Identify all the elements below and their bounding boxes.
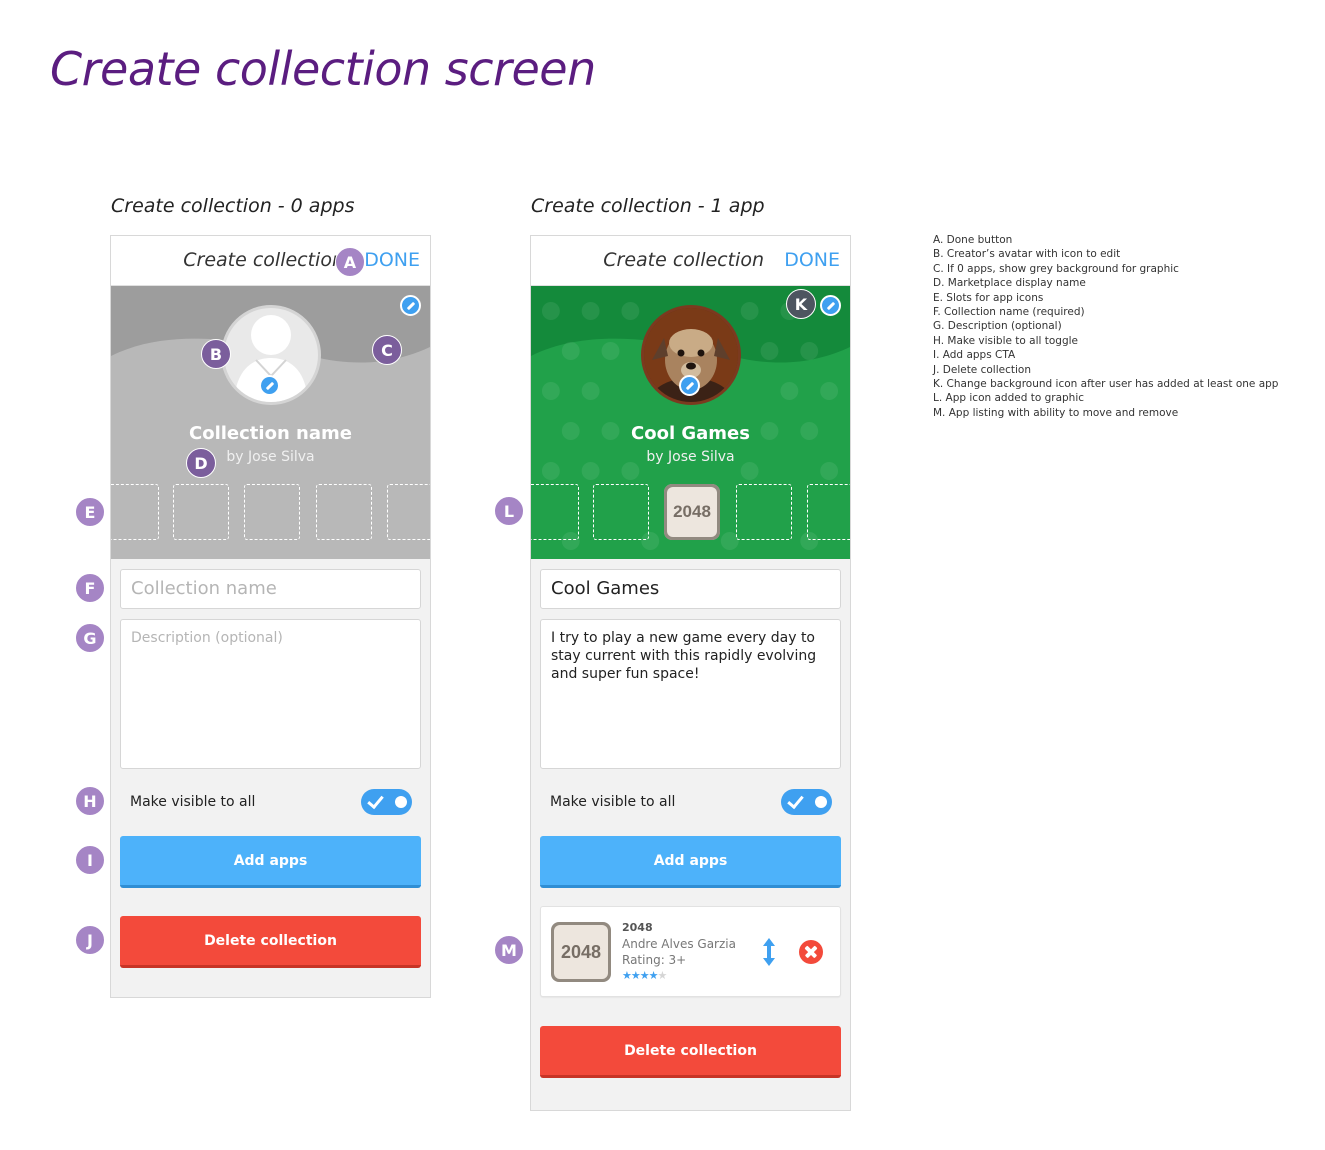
app-slot: [387, 484, 430, 540]
app-slot: [736, 484, 792, 540]
callout-c: C: [372, 335, 402, 365]
add-apps-button[interactable]: Add apps: [540, 836, 841, 888]
legend-item: H. Make visible to all toggle: [933, 334, 1079, 347]
avatar-edit-icon[interactable]: [259, 375, 280, 396]
background-edit-icon[interactable]: [400, 295, 421, 316]
background-edit-icon[interactable]: [820, 295, 841, 316]
callout-j: J: [75, 925, 105, 955]
hero-graphic: Cool Games by Jose Silva 2048: [531, 286, 850, 559]
app-slot: [173, 484, 229, 540]
legend: A. Done button B. Creator’s avatar with …: [933, 233, 1278, 420]
star-icon: ★: [648, 969, 659, 982]
remove-icon[interactable]: [799, 940, 823, 964]
hero-graphic: Collection name by Jose Silva: [111, 286, 430, 559]
collection-name-value: Cool Games: [551, 578, 660, 599]
screen-caption-right: Create collection - 1 app: [531, 195, 765, 217]
legend-item: D. Marketplace display name: [933, 277, 1086, 290]
legend-item: B. Creator’s avatar with icon to edit: [933, 248, 1121, 261]
callout-m: M: [494, 935, 524, 965]
callout-d: D: [186, 448, 216, 478]
app-slot: [111, 484, 159, 540]
description-value: I try to play a new game every day to st…: [551, 630, 817, 682]
star-icon: ★: [630, 969, 641, 982]
legend-item: J. Delete collection: [933, 363, 1031, 376]
collection-name-placeholder: Collection name: [131, 578, 277, 599]
callout-k: K: [786, 289, 816, 319]
callout-l: L: [494, 496, 524, 526]
star-rating: ★★★★★: [622, 969, 668, 982]
header: Create collection DONE: [531, 236, 850, 286]
app-icon-label: 2048: [667, 487, 717, 537]
description-field[interactable]: I try to play a new game every day to st…: [540, 619, 841, 769]
legend-item: K. Change background icon after user has…: [933, 378, 1279, 391]
app-listing: 2048 2048 Andre Alves Garzia Rating: 3+ …: [540, 906, 841, 997]
legend-item: E. Slots for app icons: [933, 291, 1044, 304]
app-name: 2048: [622, 921, 653, 934]
callout-a: A: [335, 247, 365, 277]
header-title: Create collection: [603, 249, 764, 271]
app-icon-2048: 2048: [664, 484, 720, 540]
hero-author: by Jose Silva: [646, 449, 735, 465]
star-icon: ★: [657, 969, 668, 982]
legend-item: I. Add apps CTA: [933, 349, 1016, 362]
collection-name-field[interactable]: Cool Games: [540, 569, 841, 609]
callout-h: H: [75, 786, 105, 816]
app-developer: Andre Alves Garzia: [622, 937, 736, 951]
app-slot-filled: 2048: [664, 484, 720, 540]
legend-item: C. If 0 apps, show grey background for g…: [933, 262, 1179, 275]
move-icon[interactable]: [759, 937, 779, 967]
app-slot: [531, 484, 579, 540]
check-icon: [787, 791, 804, 810]
callout-b: B: [201, 339, 231, 369]
legend-item: A. Done button: [933, 234, 1013, 246]
description-placeholder: Description (optional): [131, 630, 283, 646]
hero-collection-name: Cool Games: [631, 423, 750, 444]
delete-collection-button[interactable]: Delete collection: [120, 916, 421, 968]
hero-author: by Jose Silva: [226, 449, 315, 465]
add-apps-button[interactable]: Add apps: [120, 836, 421, 888]
visible-label: Make visible to all: [130, 794, 256, 810]
check-icon: [367, 791, 384, 810]
callout-g: G: [75, 623, 105, 653]
legend-item: L. App icon added to graphic: [933, 392, 1085, 405]
screen-caption-left: Create collection - 0 apps: [111, 195, 355, 217]
hero-collection-name: Collection name: [189, 423, 352, 444]
star-icon: ★: [622, 969, 632, 982]
visible-toggle[interactable]: [781, 789, 832, 815]
visible-toggle[interactable]: [361, 789, 412, 815]
description-field[interactable]: Description (optional): [120, 619, 421, 769]
callout-e: E: [75, 497, 105, 527]
toggle-knob: [395, 796, 407, 808]
legend-item: G. Description (optional): [933, 320, 1062, 333]
star-icon: ★: [639, 969, 650, 982]
app-slot: [593, 484, 649, 540]
callout-f: F: [75, 573, 105, 603]
avatar-edit-icon[interactable]: [679, 375, 700, 396]
done-button[interactable]: DONE: [784, 249, 840, 271]
phone-right: Create collection DONE Cool Games by Jos…: [530, 235, 851, 1111]
visible-label: Make visible to all: [550, 794, 676, 810]
collection-name-field[interactable]: Collection name: [120, 569, 421, 609]
app-icon-label: 2048: [554, 925, 608, 979]
app-slot: [316, 484, 372, 540]
delete-collection-button[interactable]: Delete collection: [540, 1026, 841, 1078]
app-slot: [244, 484, 300, 540]
app-slot: [807, 484, 850, 540]
legend-item: F. Collection name (required): [933, 306, 1085, 319]
app-rating: Rating: 3+: [622, 953, 687, 967]
callout-i: I: [75, 845, 105, 875]
header-title: Create collection: [183, 249, 344, 271]
header: Create collection DONE: [111, 236, 430, 286]
page-title: Create collection screen: [50, 42, 596, 96]
legend-item: M. App listing with ability to move and …: [933, 406, 1179, 419]
done-button[interactable]: DONE: [364, 249, 420, 271]
app-icon-2048: 2048: [551, 922, 611, 982]
toggle-knob: [815, 796, 827, 808]
